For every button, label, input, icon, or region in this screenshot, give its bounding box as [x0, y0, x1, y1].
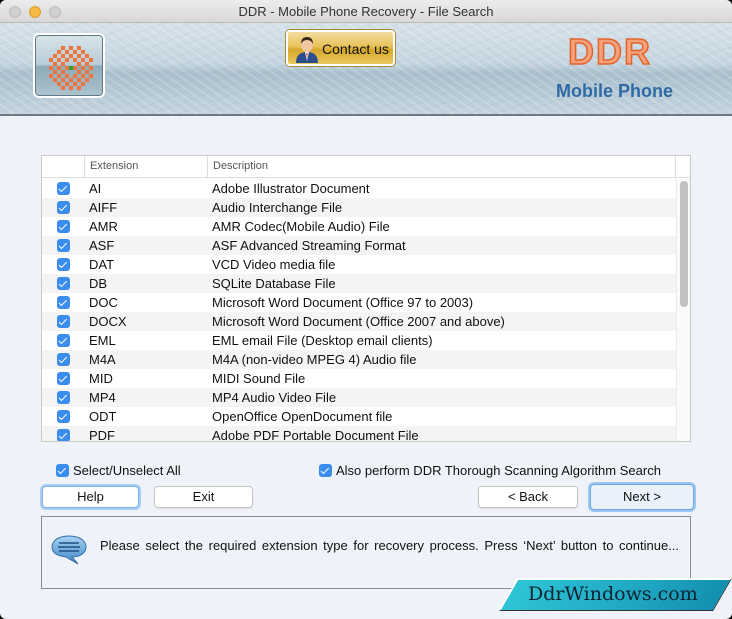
- extension-cell: AMR: [89, 219, 118, 234]
- table-row[interactable]: ASF ASF Advanced Streaming Format: [42, 236, 676, 255]
- thorough-scan-checkbox[interactable]: [319, 464, 332, 477]
- table-row[interactable]: EML EML email File (Desktop email clients…: [42, 331, 676, 350]
- watermark-badge: DdrWindows.com: [498, 578, 732, 610]
- description-cell: MP4 Audio Video File: [212, 390, 337, 405]
- brand-title: DDR: [567, 30, 652, 73]
- vertical-scrollbar[interactable]: [676, 179, 690, 441]
- table-row[interactable]: AMR AMR Codec(Mobile Audio) File: [42, 217, 676, 236]
- row-checkbox[interactable]: [57, 372, 70, 385]
- extension-cell: PDF: [89, 428, 115, 442]
- row-checkbox[interactable]: [57, 220, 70, 233]
- table-header: Extension Description: [42, 156, 690, 178]
- brand-subtitle: Mobile Phone: [556, 81, 673, 101]
- description-cell: VCD Video media file: [212, 257, 336, 272]
- description-cell: MIDI Sound File: [212, 371, 306, 386]
- extension-cell: ODT: [89, 409, 117, 424]
- table-row[interactable]: ODT OpenOffice OpenDocument file: [42, 407, 676, 426]
- table-row[interactable]: DB SQLite Database File: [42, 274, 676, 293]
- info-message: Please select the required extension typ…: [100, 538, 680, 553]
- next-button[interactable]: Next >: [590, 484, 694, 510]
- person-icon: [296, 37, 318, 63]
- thorough-scan-option[interactable]: Also perform DDR Thorough Scanning Algor…: [319, 463, 689, 479]
- table-row[interactable]: AIFF Audio Interchange File: [42, 198, 676, 217]
- row-checkbox[interactable]: [57, 429, 70, 441]
- table-row[interactable]: DOC Microsoft Word Document (Office 97 to…: [42, 293, 676, 312]
- description-cell: Microsoft Word Document (Office 2007 and…: [212, 314, 505, 329]
- extension-cell: AIFF: [89, 200, 118, 215]
- description-cell: Adobe Illustrator Document: [212, 181, 370, 196]
- extension-cell: EML: [89, 333, 116, 348]
- header-banner: Contact us DDR Mobile Phone: [0, 23, 732, 116]
- table-row[interactable]: PDF Adobe PDF Portable Document File: [42, 426, 676, 442]
- description-cell: OpenOffice OpenDocument file: [212, 409, 393, 424]
- select-all-option[interactable]: Select/Unselect All: [56, 463, 206, 479]
- table-row[interactable]: M4A M4A (non-video MPEG 4) Audio file: [42, 350, 676, 369]
- row-checkbox[interactable]: [57, 410, 70, 423]
- extension-cell: DAT: [89, 257, 115, 272]
- row-checkbox[interactable]: [57, 182, 70, 195]
- select-all-checkbox[interactable]: [56, 464, 69, 477]
- ddr-logo-icon: [49, 46, 93, 90]
- watermark-text: DdrWindows.com: [528, 583, 698, 605]
- row-checkbox[interactable]: [57, 296, 70, 309]
- extension-cell: DB: [89, 276, 108, 291]
- extension-cell: MP4: [89, 390, 116, 405]
- title-bar: DDR - Mobile Phone Recovery - File Searc…: [0, 0, 732, 23]
- extension-table: Extension Description AI Adobe Illustrato…: [41, 155, 691, 442]
- row-checkbox[interactable]: [57, 201, 70, 214]
- description-cell: SQLite Database File: [212, 276, 336, 291]
- close-window-button[interactable]: [9, 6, 21, 18]
- column-header-filler: [676, 156, 690, 178]
- extension-cell: DOCX: [89, 314, 127, 329]
- minimize-window-button[interactable]: [29, 6, 41, 18]
- extension-cell: AI: [89, 181, 102, 196]
- thorough-scan-label: Also perform DDR Thorough Scanning Algor…: [336, 463, 661, 478]
- row-checkbox[interactable]: [57, 315, 70, 328]
- table-row[interactable]: AI Adobe Illustrator Document: [42, 179, 676, 198]
- table-row[interactable]: MID MIDI Sound File: [42, 369, 676, 388]
- table-row[interactable]: DOCX Microsoft Word Document (Office 2007…: [42, 312, 676, 331]
- table-row[interactable]: MP4 MP4 Audio Video File: [42, 388, 676, 407]
- extension-cell: MID: [89, 371, 113, 386]
- description-cell: Adobe PDF Portable Document File: [212, 428, 419, 442]
- back-button[interactable]: < Back: [478, 486, 578, 508]
- select-all-label: Select/Unselect All: [73, 463, 181, 478]
- contact-us-button[interactable]: Contact us: [286, 30, 395, 66]
- description-cell: Audio Interchange File: [212, 200, 343, 215]
- speech-bubble-icon: [51, 535, 87, 565]
- column-header-extension[interactable]: Extension: [85, 156, 208, 178]
- column-header-check[interactable]: [42, 156, 85, 178]
- row-checkbox[interactable]: [57, 239, 70, 252]
- app-window: DDR - Mobile Phone Recovery - File Searc…: [0, 0, 732, 619]
- table-body: AI Adobe Illustrator Document AIFF Audio In…: [42, 179, 676, 442]
- row-checkbox[interactable]: [57, 277, 70, 290]
- table-row[interactable]: DAT VCD Video media file: [42, 255, 676, 274]
- exit-button[interactable]: Exit: [154, 486, 253, 508]
- extension-cell: ASF: [89, 238, 115, 253]
- description-cell: EML email File (Desktop email clients): [212, 333, 433, 348]
- extension-cell: M4A: [89, 352, 116, 367]
- description-cell: Microsoft Word Document (Office 97 to 20…: [212, 295, 474, 310]
- row-checkbox[interactable]: [57, 334, 70, 347]
- extension-cell: DOC: [89, 295, 118, 310]
- description-cell: M4A (non-video MPEG 4) Audio file: [212, 352, 417, 367]
- description-cell: ASF Advanced Streaming Format: [212, 238, 406, 253]
- description-cell: AMR Codec(Mobile Audio) File: [212, 219, 390, 234]
- contact-us-label: Contact us: [322, 41, 389, 57]
- zoom-window-button[interactable]: [49, 6, 61, 18]
- column-header-description[interactable]: Description: [208, 156, 676, 178]
- app-logo: [33, 33, 105, 98]
- row-checkbox[interactable]: [57, 258, 70, 271]
- scrollbar-thumb[interactable]: [680, 181, 688, 307]
- help-button[interactable]: Help: [42, 486, 139, 508]
- window-title: DDR - Mobile Phone Recovery - File Searc…: [238, 4, 494, 19]
- row-checkbox[interactable]: [57, 391, 70, 404]
- row-checkbox[interactable]: [57, 353, 70, 366]
